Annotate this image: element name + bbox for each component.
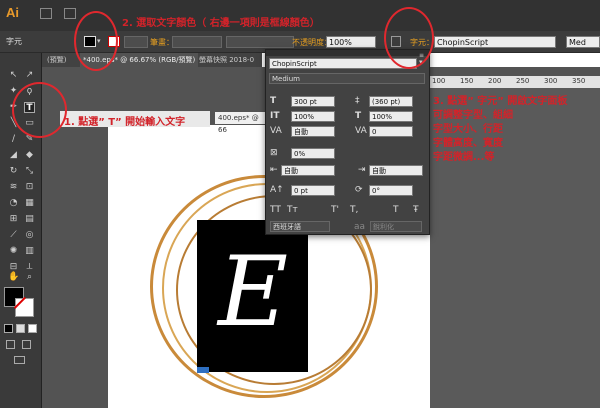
leading-field[interactable]: (360 pt) — [369, 96, 413, 107]
annotation-step3-line2: 可調整字型、組細 — [433, 110, 513, 121]
font-size-icon: T — [270, 96, 277, 106]
script-letter[interactable]: E — [198, 232, 308, 352]
panel-font-style-dropdown[interactable]: Medium — [269, 73, 425, 84]
ruler-num-300: 300 — [544, 77, 558, 85]
horizontal-scale-icon: T — [355, 111, 362, 121]
perspective-grid-tool-icon[interactable]: ▦ — [24, 198, 35, 209]
subscript-button[interactable]: T, — [350, 205, 358, 215]
language-dropdown[interactable]: 西班牙語 — [270, 221, 330, 232]
small-caps-button[interactable]: Tт — [287, 205, 298, 215]
draw-behind-icon[interactable] — [22, 340, 31, 349]
highlight-circle-color — [74, 11, 118, 71]
selection-tool-icon[interactable]: ↖ — [8, 70, 19, 81]
strikethrough-button[interactable]: Ŧ — [413, 205, 419, 215]
antialias-icon: aa — [354, 222, 366, 232]
all-caps-button[interactable]: TT — [270, 205, 281, 215]
highlight-circle-type-tool — [12, 82, 67, 138]
mesh-tool-icon[interactable]: ⊞ — [8, 214, 19, 225]
annotation-step3-line1: 3. 點選” 字元” 開啟文字面板 — [433, 96, 568, 107]
ruler-num-200: 200 — [488, 77, 502, 85]
control-bar-label-char: 字元 — [6, 37, 22, 46]
baseline-shift-icon: A↑ — [270, 185, 284, 195]
ruler-num-100: 100 — [432, 77, 446, 85]
aki-left-icon: ⇤ — [270, 165, 278, 175]
character-rotation-icon: ⟳ — [355, 185, 363, 195]
ai-logo: Ai — [6, 5, 19, 20]
stroke-weight-dropdown[interactable] — [172, 36, 222, 48]
blend-tool-icon[interactable]: ◎ — [24, 230, 35, 241]
tsume-field[interactable]: 0% — [291, 148, 335, 159]
second-document-title[interactable]: 400.eps* @ 66 — [215, 112, 265, 134]
tsume-icon: ⊠ — [270, 148, 278, 158]
underline-button[interactable]: T — [393, 205, 399, 215]
baseline-shift-field[interactable]: 0 pt — [291, 185, 335, 196]
character-rotation-field[interactable]: 0° — [369, 185, 413, 196]
eyedropper-tool-icon[interactable]: ⟋ — [8, 230, 19, 241]
color-mode-icon[interactable] — [4, 324, 13, 333]
variable-width-dropdown[interactable] — [226, 36, 294, 48]
paintbrush-tool-icon[interactable]: ∕ — [8, 134, 19, 145]
arrange-documents-icon[interactable] — [64, 8, 76, 19]
draw-normal-icon[interactable] — [6, 340, 15, 349]
annotation-step3-line4: 字體高度、寬度 — [433, 138, 503, 149]
highlight-circle-char — [384, 7, 434, 69]
symbol-sprayer-tool-icon[interactable]: ✺ — [8, 246, 19, 257]
aki-right-icon: ⇥ — [358, 165, 366, 175]
stroke-weight-label[interactable]: 筆畫： — [150, 37, 174, 48]
opacity-field[interactable]: 100% — [326, 36, 376, 48]
font-size-field[interactable]: 300 pt — [291, 96, 335, 107]
antialias-dropdown[interactable]: 銳利化 — [370, 221, 422, 232]
kerning-field[interactable]: 自動 — [291, 126, 335, 137]
anchor-indicator — [197, 367, 209, 373]
zoom-tool-icon[interactable]: ⌕ — [24, 272, 35, 283]
aki-left-field[interactable]: 自動 — [281, 165, 335, 176]
font-style-field[interactable]: Med — [566, 36, 600, 48]
leading-icon: ‡ — [355, 96, 360, 106]
annotation-step1: 1. 點選” T” 開始輸入文字 — [64, 117, 186, 128]
scale-tool-icon[interactable]: ⤡ — [24, 166, 35, 177]
tab-screenshot[interactable]: 螢幕快照 2018-0 — [196, 53, 257, 67]
ruler-num-150: 150 — [460, 77, 474, 85]
font-family-field[interactable]: ChopinScript — [434, 36, 556, 48]
column-graph-tool-icon[interactable]: ▥ — [24, 246, 35, 257]
tracking-icon: VA — [355, 126, 367, 136]
aki-right-field[interactable]: 自動 — [369, 165, 423, 176]
annotation-step2: 2. 選取文字顏色（ 右邊一項則是框線顏色） — [122, 18, 320, 29]
vertical-scale-icon: IT — [270, 111, 280, 121]
width-tool-icon[interactable]: ≋ — [8, 182, 19, 193]
free-transform-tool-icon[interactable]: ⊡ — [24, 182, 35, 193]
bridge-icon[interactable] — [40, 8, 52, 19]
ruler-num-250: 250 — [516, 77, 530, 85]
gradient-mode-icon[interactable] — [16, 324, 25, 333]
direct-selection-tool-icon[interactable]: ↗ — [24, 70, 35, 81]
tracking-field[interactable]: 0 — [369, 126, 413, 137]
none-mode-icon[interactable] — [28, 324, 37, 333]
gradient-tool-icon[interactable]: ▤ — [24, 214, 35, 225]
superscript-button[interactable]: T' — [331, 205, 339, 215]
ruler-num-350: 350 — [572, 77, 586, 85]
kerning-icon: VA — [270, 126, 282, 136]
annotation-step3-line5: 字距微調...等 — [433, 152, 495, 163]
tab-preview[interactable]: (預覽) — [44, 53, 69, 67]
shape-builder-tool-icon[interactable]: ◔ — [8, 198, 19, 209]
screen-mode-icon[interactable] — [14, 356, 25, 364]
blob-brush-tool-icon[interactable]: ◢ — [8, 150, 19, 161]
eraser-tool-icon[interactable]: ◆ — [24, 150, 35, 161]
hand-tool-icon[interactable]: ✋ — [8, 272, 19, 283]
vertical-scale-field[interactable]: 100% — [291, 111, 335, 122]
horizontal-scale-field[interactable]: 100% — [369, 111, 413, 122]
annotation-step3-line3: 字型大小、行距 — [433, 124, 503, 135]
rotate-tool-icon[interactable]: ↻ — [8, 166, 19, 177]
stroke-dropdown[interactable] — [124, 36, 148, 48]
